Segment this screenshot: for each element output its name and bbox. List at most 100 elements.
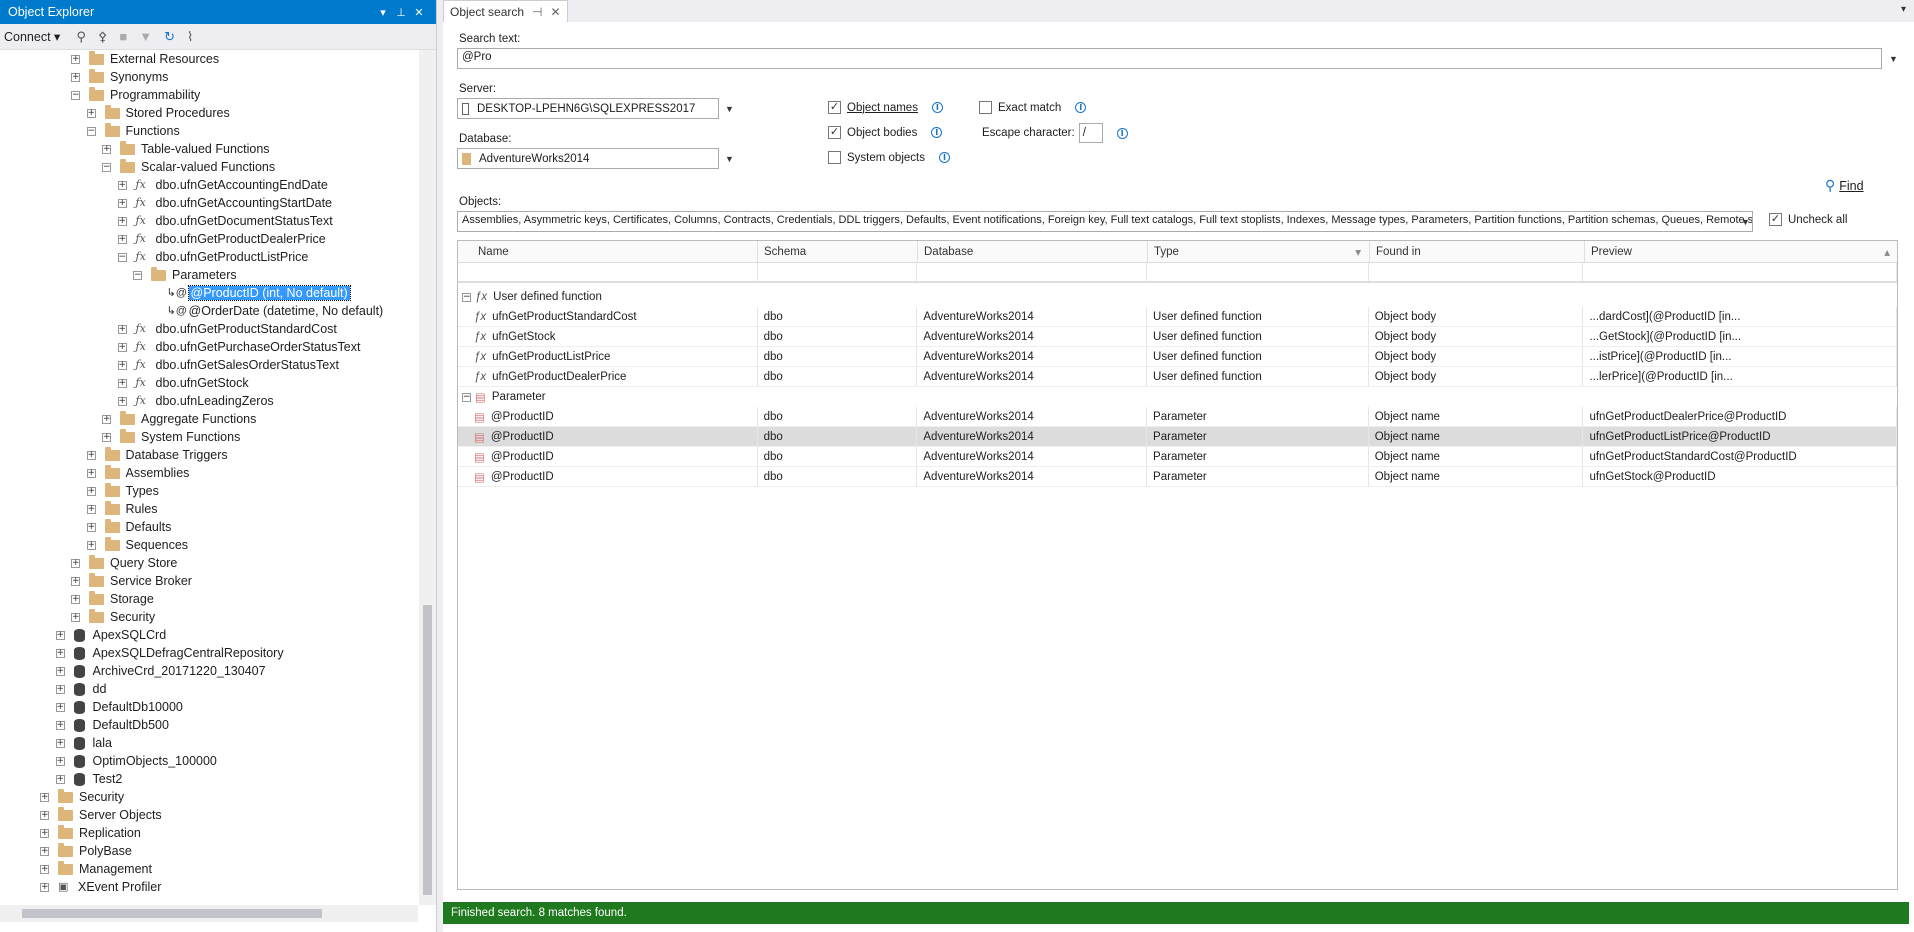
expand-icon[interactable]: + <box>117 324 127 334</box>
tree-node[interactable]: + Server Objects <box>40 806 162 824</box>
group-row[interactable]: − ƒx User defined function <box>458 287 1897 307</box>
expand-icon[interactable]: + <box>40 846 49 856</box>
tree-node[interactable]: + lala <box>55 734 112 752</box>
expand-icon[interactable]: + <box>71 612 80 622</box>
collapse-icon[interactable]: − <box>117 252 127 262</box>
tree-node[interactable]: + Stored Procedures <box>86 104 230 122</box>
expand-icon[interactable]: + <box>117 342 127 352</box>
expand-icon[interactable]: + <box>40 828 49 838</box>
expand-icon[interactable]: + <box>71 576 80 586</box>
collapse-icon[interactable]: − <box>462 392 471 402</box>
expand-icon[interactable]: + <box>86 108 96 118</box>
dropdown-icon[interactable]: ▾ <box>374 6 392 19</box>
expand-icon[interactable]: + <box>86 486 96 496</box>
column-header[interactable]: Found in <box>1370 241 1585 262</box>
group-row[interactable]: − ▤ Parameter <box>458 387 1897 407</box>
tree-node[interactable]: + dd <box>55 680 106 698</box>
table-row[interactable]: ▤ @ProductID dbo AdventureWorks2014 Paramete… <box>458 467 1897 487</box>
tree-node[interactable]: + ApexSQLDefragCentralRepository <box>55 644 284 662</box>
tree-node[interactable]: ↳@ @ProductID (int, No default) <box>149 284 351 302</box>
object-bodies-checkbox[interactable]: ✓ Object bodies i <box>828 126 943 139</box>
checkbox-box[interactable]: ✓ <box>828 126 841 139</box>
collapse-icon[interactable]: − <box>86 126 96 136</box>
chevron-down-icon[interactable]: ▼ <box>1741 217 1750 227</box>
filter-dropdown-icon[interactable]: ▾ <box>1355 245 1361 259</box>
disconnect-icon[interactable]: ⚴ <box>98 29 108 45</box>
expand-icon[interactable]: + <box>86 540 96 550</box>
filter-cell[interactable] <box>917 263 1148 281</box>
object-names-checkbox[interactable]: ✓ Object names i <box>828 101 943 114</box>
tree-node[interactable]: + Sequences <box>86 536 188 554</box>
checkbox-box[interactable] <box>828 151 841 164</box>
expand-icon[interactable]: + <box>117 234 127 244</box>
expand-icon[interactable]: + <box>71 594 80 604</box>
column-header[interactable]: Schema <box>758 241 918 262</box>
tree-node[interactable]: + Query Store <box>71 554 177 572</box>
tree-node[interactable]: + ArchiveCrd_20171220_130407 <box>55 662 266 680</box>
sort-icon[interactable]: ▴ <box>1884 245 1890 259</box>
tree-node[interactable]: + OptimObjects_100000 <box>55 752 217 770</box>
chevron-down-icon[interactable]: ▼ <box>725 154 734 164</box>
close-icon[interactable]: ✕ <box>551 5 561 19</box>
tree-node[interactable]: + Defaults <box>86 518 171 536</box>
tree-node[interactable]: + External Resources <box>71 50 219 68</box>
filter-cell[interactable] <box>758 263 918 281</box>
tree-node[interactable]: + Service Broker <box>71 572 192 590</box>
chevron-down-icon[interactable]: ▼ <box>725 104 734 114</box>
expand-icon[interactable]: + <box>71 54 80 64</box>
escape-character-input[interactable]: / <box>1078 123 1103 143</box>
tree-node[interactable]: − ƒx dbo.ufnGetProductListPrice <box>117 248 308 266</box>
table-row[interactable]: ▤ @ProductID dbo AdventureWorks2014 Paramete… <box>458 407 1897 427</box>
filter-cell[interactable] <box>1147 263 1369 281</box>
scrollbar-thumb[interactable] <box>423 605 432 895</box>
scrollbar-thumb[interactable] <box>22 909 322 918</box>
tree-node[interactable]: ↳@ @OrderDate (datetime, No default) <box>149 302 384 320</box>
collapse-icon[interactable]: − <box>102 162 111 172</box>
tree-node[interactable]: + ƒx dbo.ufnGetDocumentStatusText <box>117 212 333 230</box>
filter-row[interactable] <box>458 263 1897 283</box>
pin-icon[interactable]: ⊣ <box>532 5 542 19</box>
expand-icon[interactable]: + <box>55 666 65 676</box>
pin-icon[interactable]: ⊥ <box>392 6 410 19</box>
tree-node[interactable]: + Aggregate Functions <box>102 410 256 428</box>
refresh-icon[interactable]: ↻ <box>164 29 175 45</box>
expand-icon[interactable]: + <box>55 720 65 730</box>
collapse-icon[interactable]: − <box>71 90 80 100</box>
tree-node[interactable]: + Synonyms <box>71 68 168 86</box>
tree-node[interactable]: + ApexSQLCrd <box>55 626 166 644</box>
tree-node[interactable]: − Programmability <box>71 86 200 104</box>
checkbox-box[interactable]: ✓ <box>828 101 841 114</box>
tab-object-search[interactable]: Object search ⊣ ✕ <box>443 0 568 22</box>
expand-icon[interactable]: + <box>40 792 49 802</box>
expand-icon[interactable]: + <box>102 144 111 154</box>
expand-icon[interactable]: + <box>55 738 65 748</box>
horizontal-scrollbar[interactable] <box>0 905 418 922</box>
expand-icon[interactable]: + <box>55 702 65 712</box>
uncheck-all-checkbox[interactable]: ✓ Uncheck all <box>1769 213 1847 226</box>
tree-node[interactable]: − Parameters <box>133 266 237 284</box>
tree-node[interactable]: + Database Triggers <box>86 446 228 464</box>
tree-node[interactable]: + Types <box>86 482 159 500</box>
expand-icon[interactable]: + <box>55 684 65 694</box>
connect-plug-icon[interactable]: ⚲ <box>76 29 86 45</box>
tree-node[interactable]: + DefaultDb10000 <box>55 698 183 716</box>
expand-icon[interactable]: + <box>117 360 127 370</box>
search-text-input[interactable]: @Pro <box>457 48 1882 69</box>
expand-icon[interactable]: + <box>40 882 49 892</box>
tree-node[interactable]: + Storage <box>71 590 154 608</box>
column-header[interactable]: Name <box>458 241 758 262</box>
expand-icon[interactable]: + <box>55 630 65 640</box>
collapse-icon[interactable]: − <box>133 270 142 280</box>
vertical-scrollbar[interactable] <box>419 50 436 905</box>
tree-node[interactable]: + ƒx dbo.ufnGetStock <box>117 374 249 392</box>
tree-node[interactable]: + ƒx dbo.ufnGetProductStandardCost <box>117 320 337 338</box>
connect-button[interactable]: Connect ▾ <box>4 29 60 44</box>
database-select[interactable]: AdventureWorks2014 <box>457 148 719 169</box>
tree-node[interactable]: + ▣ XEvent Profiler <box>40 878 161 896</box>
expand-icon[interactable]: + <box>117 396 127 406</box>
tree-node[interactable]: + Security <box>71 608 155 626</box>
expand-icon[interactable]: + <box>86 522 96 532</box>
expand-icon[interactable]: + <box>117 180 127 190</box>
expand-icon[interactable]: + <box>102 414 111 424</box>
filter-cell[interactable] <box>1583 263 1897 281</box>
